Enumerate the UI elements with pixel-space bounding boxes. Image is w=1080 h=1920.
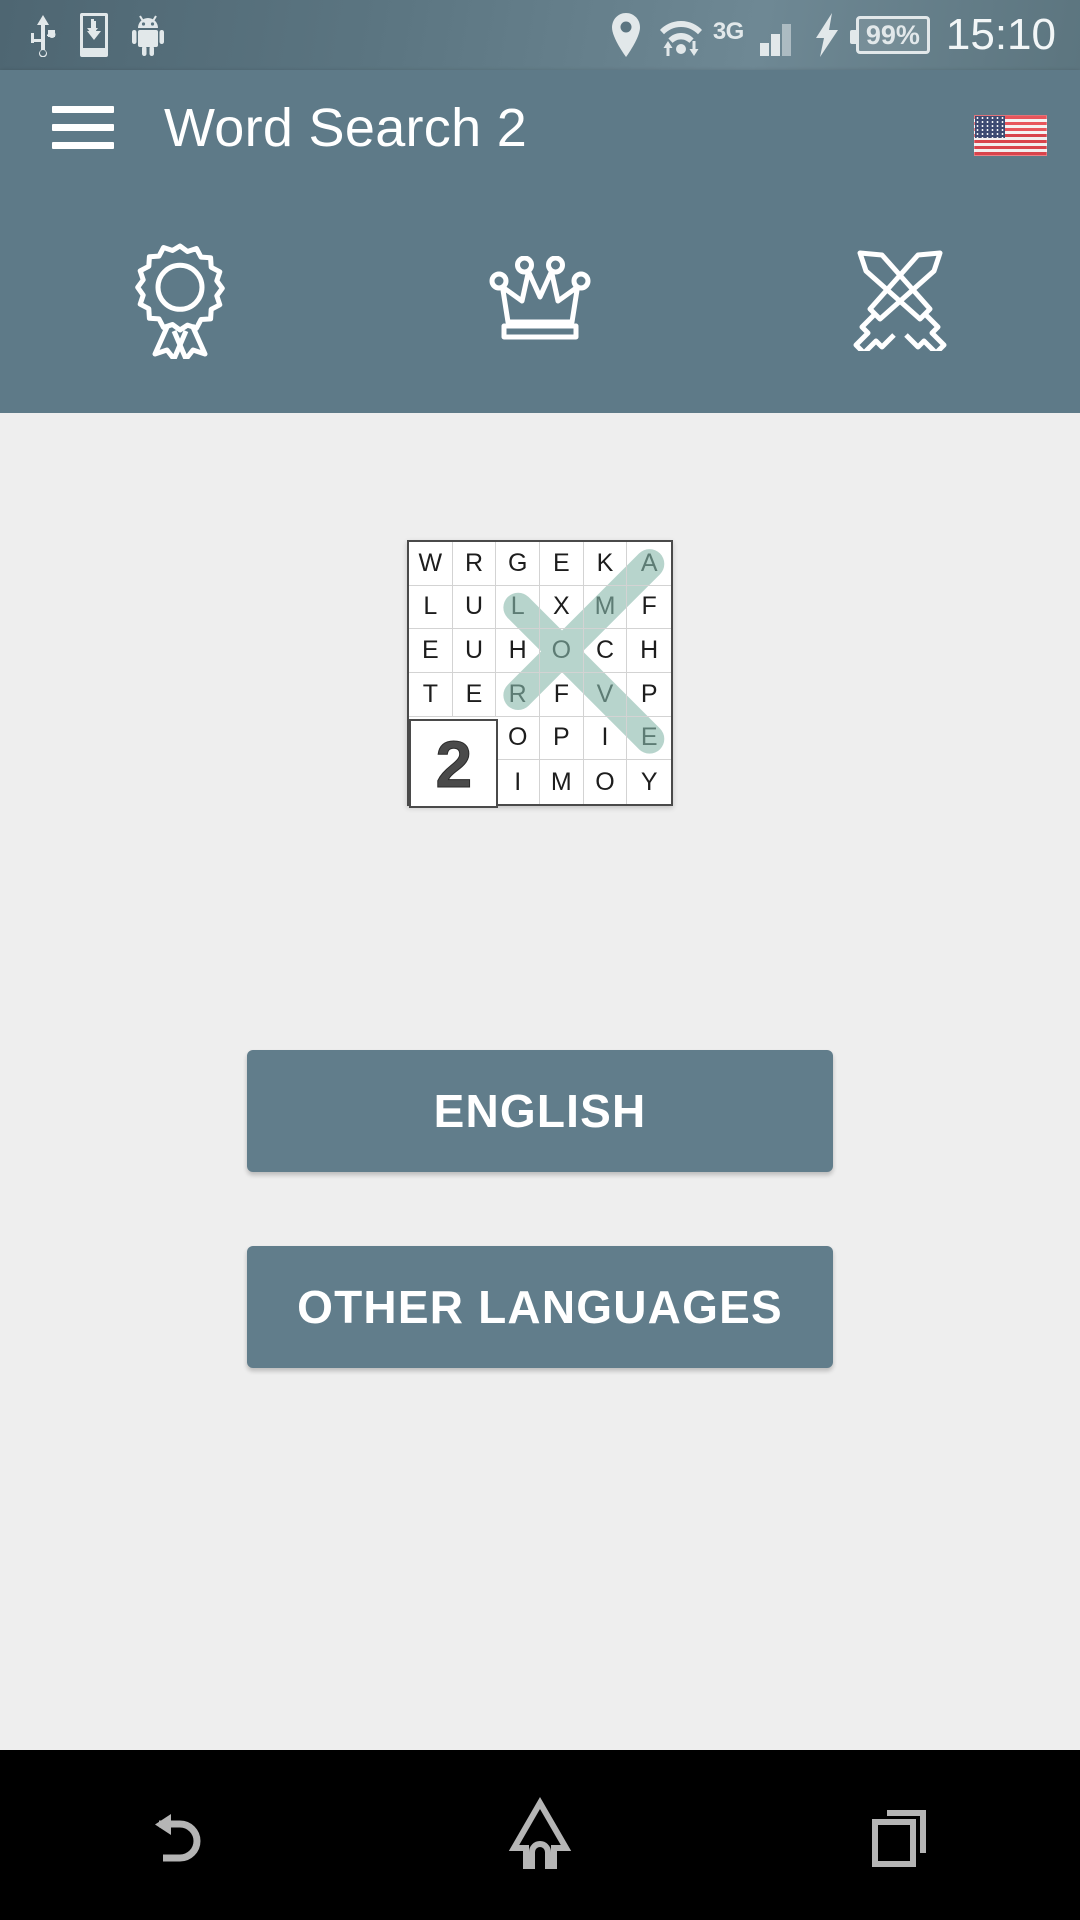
puzzle-preview-area: W R G E K A L U L X M F E U H O C H T E … <box>0 413 1080 933</box>
grid-cell[interactable]: R <box>496 673 540 717</box>
charging-bolt-icon <box>814 13 840 57</box>
grid-cell[interactable]: W <box>409 542 453 586</box>
back-icon <box>141 1796 219 1874</box>
grid-cell[interactable]: E <box>452 673 497 717</box>
hamburger-menu-icon[interactable] <box>52 95 114 160</box>
grid-cell[interactable]: V <box>583 673 628 717</box>
grid-cell[interactable]: C <box>583 629 628 673</box>
medal-ribbon-icon <box>132 239 228 359</box>
level-badge-label: 2 <box>435 726 473 801</box>
app-bar: Word Search 2 <box>0 70 1080 413</box>
grid-cell[interactable]: O <box>540 629 584 673</box>
status-bar-right-icons: 3G 99% 15:10 <box>611 12 1056 58</box>
home-button[interactable] <box>360 1796 720 1874</box>
grid-cell[interactable]: M <box>583 585 628 630</box>
grid-cell[interactable]: H <box>627 629 671 673</box>
back-button[interactable] <box>0 1796 360 1874</box>
other-languages-button[interactable]: OTHER LANGUAGES <box>247 1246 833 1368</box>
home-icon <box>501 1796 579 1874</box>
crown-icon <box>488 256 592 342</box>
grid-cell[interactable]: A <box>627 542 671 586</box>
grid-cell[interactable]: L <box>409 585 453 630</box>
grid-cell[interactable]: E <box>409 629 453 673</box>
grid-cell[interactable]: G <box>496 542 540 586</box>
level-badge: 2 <box>409 719 498 808</box>
grid-cell[interactable]: U <box>452 585 497 630</box>
grid-cell[interactable]: X <box>540 585 584 630</box>
grid-cell[interactable]: O <box>496 716 540 761</box>
flag-canton <box>975 116 1005 138</box>
app-bar-action-row <box>0 185 1080 413</box>
crossed-swords-icon <box>848 247 952 351</box>
grid-cell[interactable]: H <box>496 629 540 673</box>
multiplayer-button[interactable] <box>720 247 1080 351</box>
grid-cell[interactable]: I <box>496 760 540 804</box>
status-bar-left-icons <box>30 13 164 57</box>
recent-apps-button[interactable] <box>720 1796 1080 1874</box>
grid-cell[interactable]: R <box>452 542 497 586</box>
grid-cell[interactable]: L <box>496 585 540 630</box>
sd-card-download-icon <box>80 13 108 57</box>
location-pin-icon <box>611 12 641 58</box>
grid-cell[interactable]: M <box>540 760 584 804</box>
main-content: W R G E K A L U L X M F E U H O C H T E … <box>0 413 1080 1750</box>
grid-cell[interactable]: E <box>627 717 671 761</box>
recent-apps-icon <box>861 1796 939 1874</box>
battery-percent-label: 99% <box>849 16 930 54</box>
android-robot-icon <box>132 14 164 56</box>
page-title: Word Search 2 <box>164 97 528 158</box>
achievements-button[interactable] <box>0 239 360 359</box>
word-search-grid[interactable]: W R G E K A L U L X M F E U H O C H T E … <box>407 540 673 808</box>
grid-cell[interactable]: O <box>584 760 628 804</box>
grid-cell[interactable]: E <box>540 542 584 586</box>
grid-cell[interactable]: F <box>540 673 584 717</box>
grid-cell[interactable]: P <box>627 673 671 717</box>
us-flag-icon[interactable] <box>974 115 1047 156</box>
status-bar: 3G 99% 15:10 <box>0 0 1080 70</box>
system-navigation-bar <box>0 1750 1080 1920</box>
grid-cell[interactable]: Y <box>627 760 671 804</box>
grid-cell[interactable]: P <box>540 716 584 761</box>
english-button[interactable]: ENGLISH <box>247 1050 833 1172</box>
grid-cell[interactable]: K <box>583 542 628 586</box>
signal-bars-icon <box>759 14 798 56</box>
status-bar-clock: 15:10 <box>945 10 1056 59</box>
wifi-transfer-icon <box>657 13 705 57</box>
leaderboard-button[interactable] <box>360 256 720 342</box>
usb-icon <box>30 13 56 57</box>
grid-cell[interactable]: T <box>409 673 453 717</box>
network-type-label: 3G <box>712 18 745 45</box>
app-bar-top-row: Word Search 2 <box>0 70 1080 185</box>
grid-cell[interactable]: I <box>583 716 628 761</box>
grid-cell[interactable]: F <box>627 586 671 630</box>
grid-cell[interactable]: U <box>452 629 497 673</box>
